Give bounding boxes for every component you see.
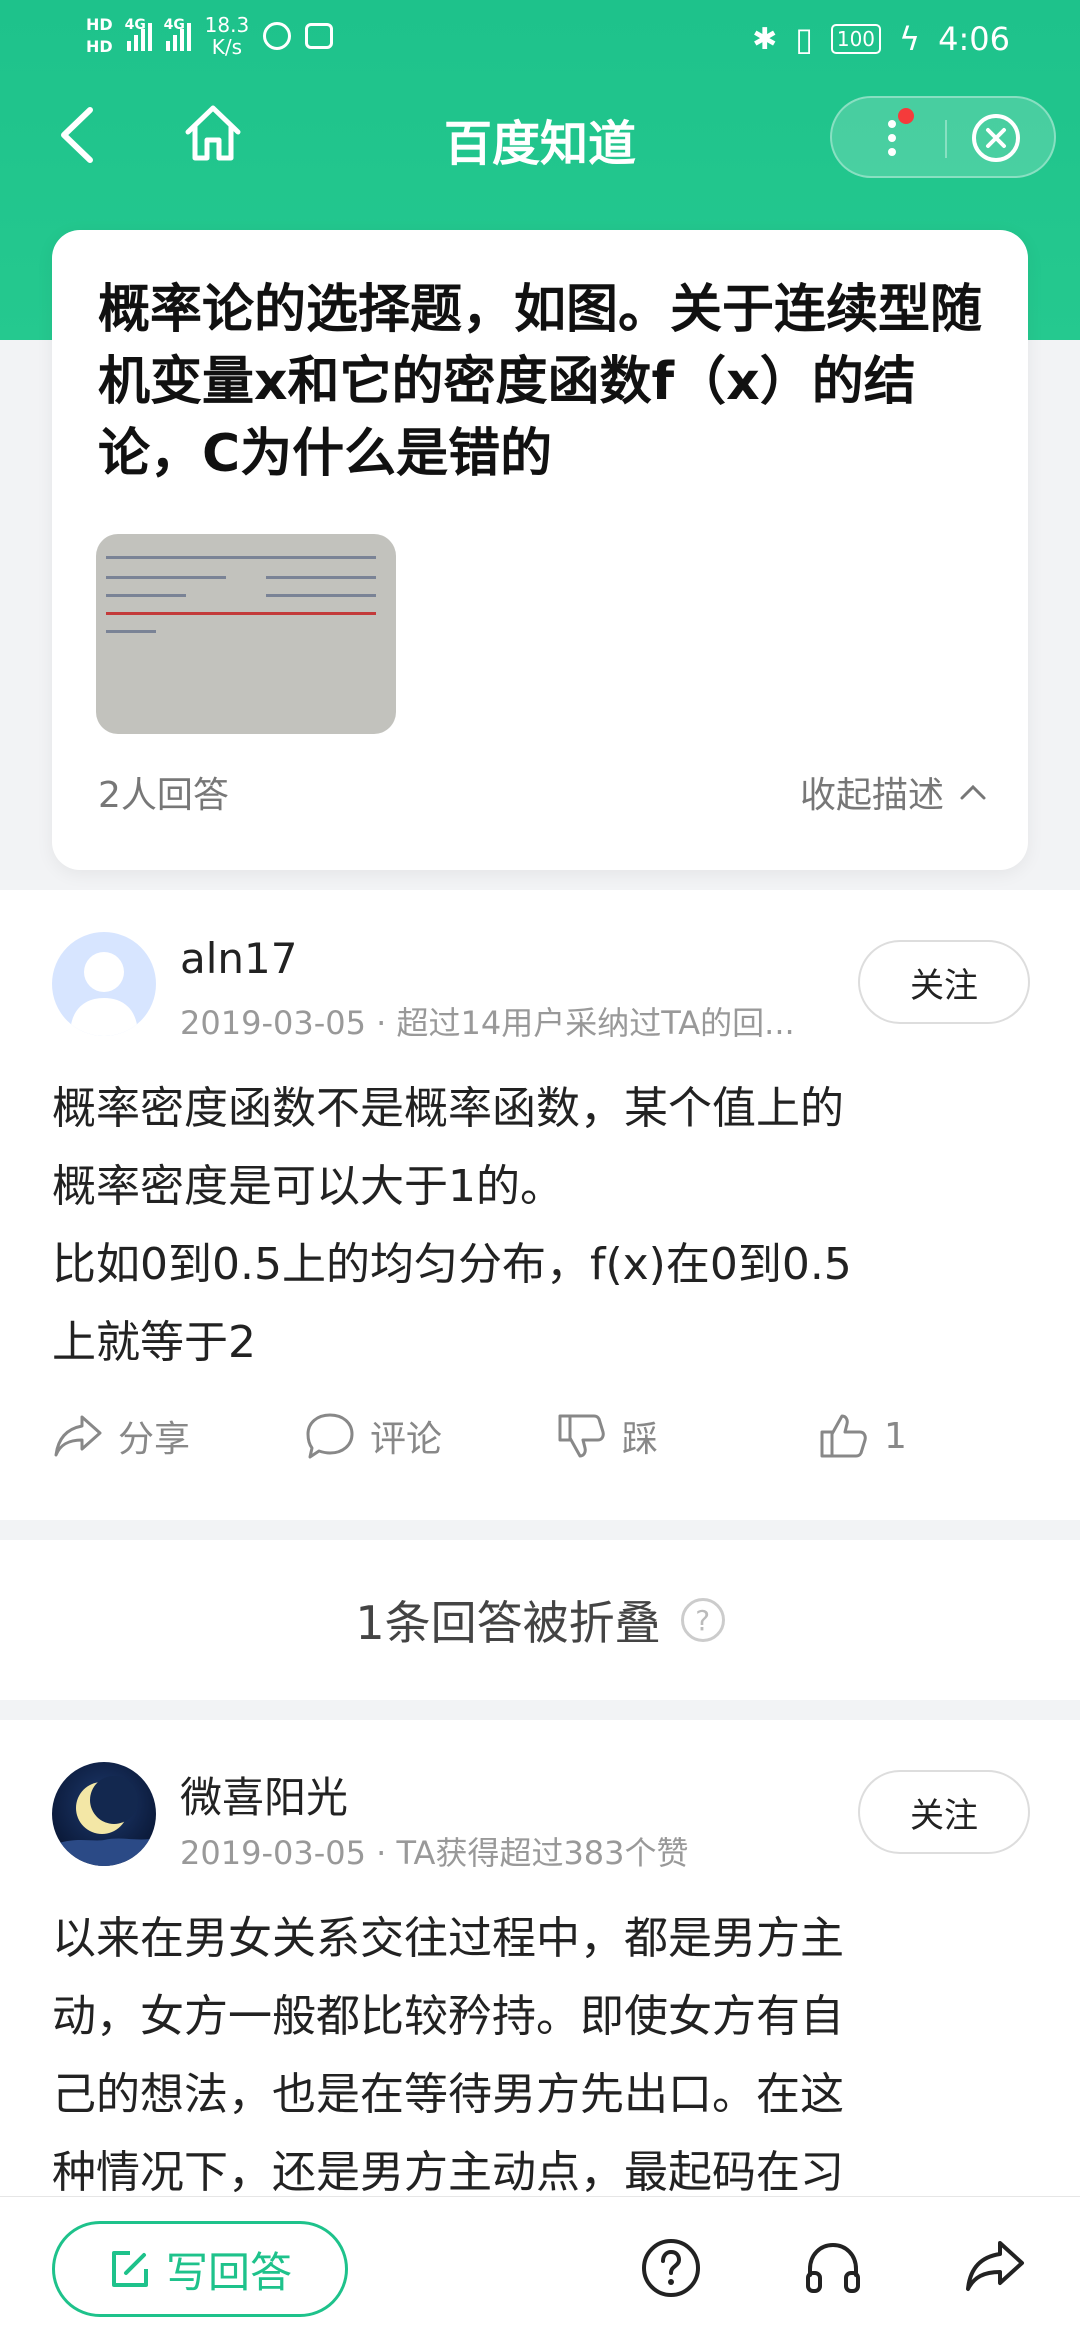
answer-line: 动，女方一般都比较矜持。即使女方有自 [52, 1991, 844, 2042]
answer-line: 比如0到0.5上的均匀分布，f(x)在0到0.5 [52, 1239, 852, 1290]
like-button[interactable]: 1 [818, 1410, 907, 1462]
answer-line: 己的想法，也是在等待男方先出口。在这 [52, 2069, 844, 2120]
question-title: 概率论的选择题，如图。关于连续型随机变量x和它的密度函数f（x）的结论，C为什么… [98, 280, 983, 484]
answer-text: 概率密度函数不是概率函数，某个值上的 概率密度是可以大于1的。 比如0到0.5上… [52, 1070, 1042, 1382]
signal-icon: 4G [125, 17, 152, 51]
network-type-2: 4G [163, 17, 185, 33]
chevron-up-icon [960, 784, 986, 800]
follow-button[interactable]: 关注 [858, 940, 1030, 1024]
dislike-button[interactable]: 踩 [556, 1410, 658, 1462]
answer-line: 上就等于2 [52, 1317, 256, 1368]
answerer-name[interactable]: 微喜阳光 [180, 1764, 348, 1825]
hd-indicator: HD HD [86, 14, 113, 58]
signal-icon-2: 4G [164, 17, 191, 51]
charging-icon: ϟ [899, 20, 921, 58]
help-icon[interactable]: ? [680, 1598, 725, 1642]
headphones-icon[interactable] [800, 2235, 866, 2301]
answer-line: 概率密度函数不是概率函数，某个值上的 [52, 1083, 844, 1134]
tv-notification-icon [305, 23, 334, 49]
hd-label-1: HD [86, 15, 113, 34]
moon-avatar-icon [52, 1776, 156, 1866]
battery-icon: 100 [830, 24, 882, 54]
status-bar: HD HD 4G 4G 18.3 K/s ✱ ▯ 100 ϟ 4:06 [0, 0, 1080, 80]
default-avatar-icon [70, 952, 138, 1036]
nav-bar: 百度知道 [0, 80, 1080, 190]
app-notification-icon [263, 22, 292, 50]
answer-card: aln17 2019-03-05 · 超过14用户采纳过TA的回... 关注 概… [0, 890, 1080, 1520]
comment-button[interactable]: 评论 [304, 1410, 442, 1462]
close-circle-icon[interactable] [970, 112, 1022, 164]
thumbs-down-icon [558, 1414, 605, 1458]
capsule-divider [945, 120, 947, 158]
write-answer-label: 写回答 [165, 2247, 292, 2297]
comment-label: 评论 [370, 1419, 443, 1460]
write-answer-button[interactable]: 写回答 [52, 2221, 348, 2317]
question-card: 概率论的选择题，如图。关于连续型随机变量x和它的密度函数f（x）的结论，C为什么… [52, 230, 1028, 870]
network-speed: 18.3 K/s [205, 14, 250, 58]
network-type-1: 4G [124, 17, 146, 33]
share-label: 分享 [118, 1419, 191, 1460]
edit-icon [111, 2251, 148, 2287]
speed-unit: K/s [211, 35, 243, 59]
follow-button[interactable]: 关注 [858, 1770, 1030, 1854]
thumbs-up-icon [820, 1414, 867, 1458]
folded-label: 1条回答被折叠 [355, 1596, 661, 1650]
answer-card: 微喜阳光 2019-03-05 · TA获得超过383个赞 关注 以来在男女关系… [0, 1720, 1080, 2200]
comment-icon [306, 1413, 354, 1459]
clock: 4:06 [938, 20, 1010, 58]
share-icon [54, 1415, 102, 1457]
folded-answers-link[interactable]: 1条回答被折叠 ? [0, 1540, 1080, 1700]
answer-text: 以来在男女关系交往过程中，都是男方主 动，女方一般都比较矜持。即使女方有自 己的… [52, 1900, 1042, 2212]
answer-count: 2人回答 [98, 775, 229, 816]
hd-label-2: HD [86, 37, 113, 56]
bottom-bar: 写回答 [0, 2196, 1080, 2340]
answer-line: 概率密度是可以大于1的。 [52, 1161, 564, 1212]
vibrate-icon: ▯ [795, 20, 813, 58]
avatar[interactable] [52, 1762, 156, 1866]
like-count: 1 [884, 1415, 907, 1457]
dislike-label: 踩 [622, 1419, 659, 1460]
answerer-name[interactable]: aln17 [180, 934, 297, 983]
answer-line: 以来在男女关系交往过程中，都是男方主 [52, 1913, 844, 1964]
question-image[interactable] [96, 534, 396, 734]
share-button[interactable]: 分享 [52, 1410, 190, 1462]
avatar[interactable] [52, 932, 156, 1036]
speed-value: 18.3 [204, 13, 250, 37]
answer-meta: 2019-03-05 · 超过14用户采纳过TA的回... [180, 1004, 795, 1042]
collapse-description-button[interactable]: 收起描述 [800, 766, 988, 818]
help-circle-icon[interactable] [638, 2235, 704, 2301]
answer-actions: 分享 评论 踩 1 [0, 1410, 1080, 1490]
collapse-label: 收起描述 [799, 775, 944, 816]
notification-dot [898, 108, 914, 124]
bluetooth-icon: ✱ [752, 21, 778, 57]
answer-meta: 2019-03-05 · TA获得超过383个赞 [180, 1834, 689, 1872]
share-icon[interactable] [962, 2235, 1028, 2301]
mini-program-capsule [830, 96, 1056, 178]
